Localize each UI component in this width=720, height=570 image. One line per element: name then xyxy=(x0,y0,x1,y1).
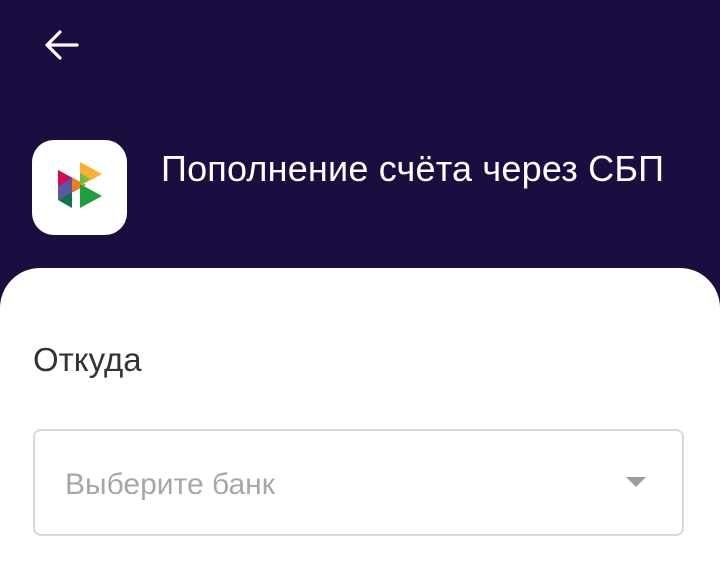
bank-select-placeholder: Выберите банк xyxy=(65,468,275,501)
app-screen: Пополнение счёта через СБП Откуда Выбери… xyxy=(0,0,720,570)
sbp-logo-icon xyxy=(50,155,110,220)
chevron-down-icon xyxy=(626,477,646,487)
form-sheet: Откуда Выберите банк xyxy=(0,268,720,570)
header-section: Пополнение счёта через СБП xyxy=(32,140,682,240)
sbp-logo xyxy=(32,140,127,235)
from-label: Откуда xyxy=(33,341,142,378)
page-title: Пополнение счёта через СБП xyxy=(161,148,665,189)
back-button[interactable] xyxy=(38,24,86,66)
arrow-left-icon xyxy=(43,28,81,62)
bank-select[interactable]: Выберите банк xyxy=(33,429,684,536)
